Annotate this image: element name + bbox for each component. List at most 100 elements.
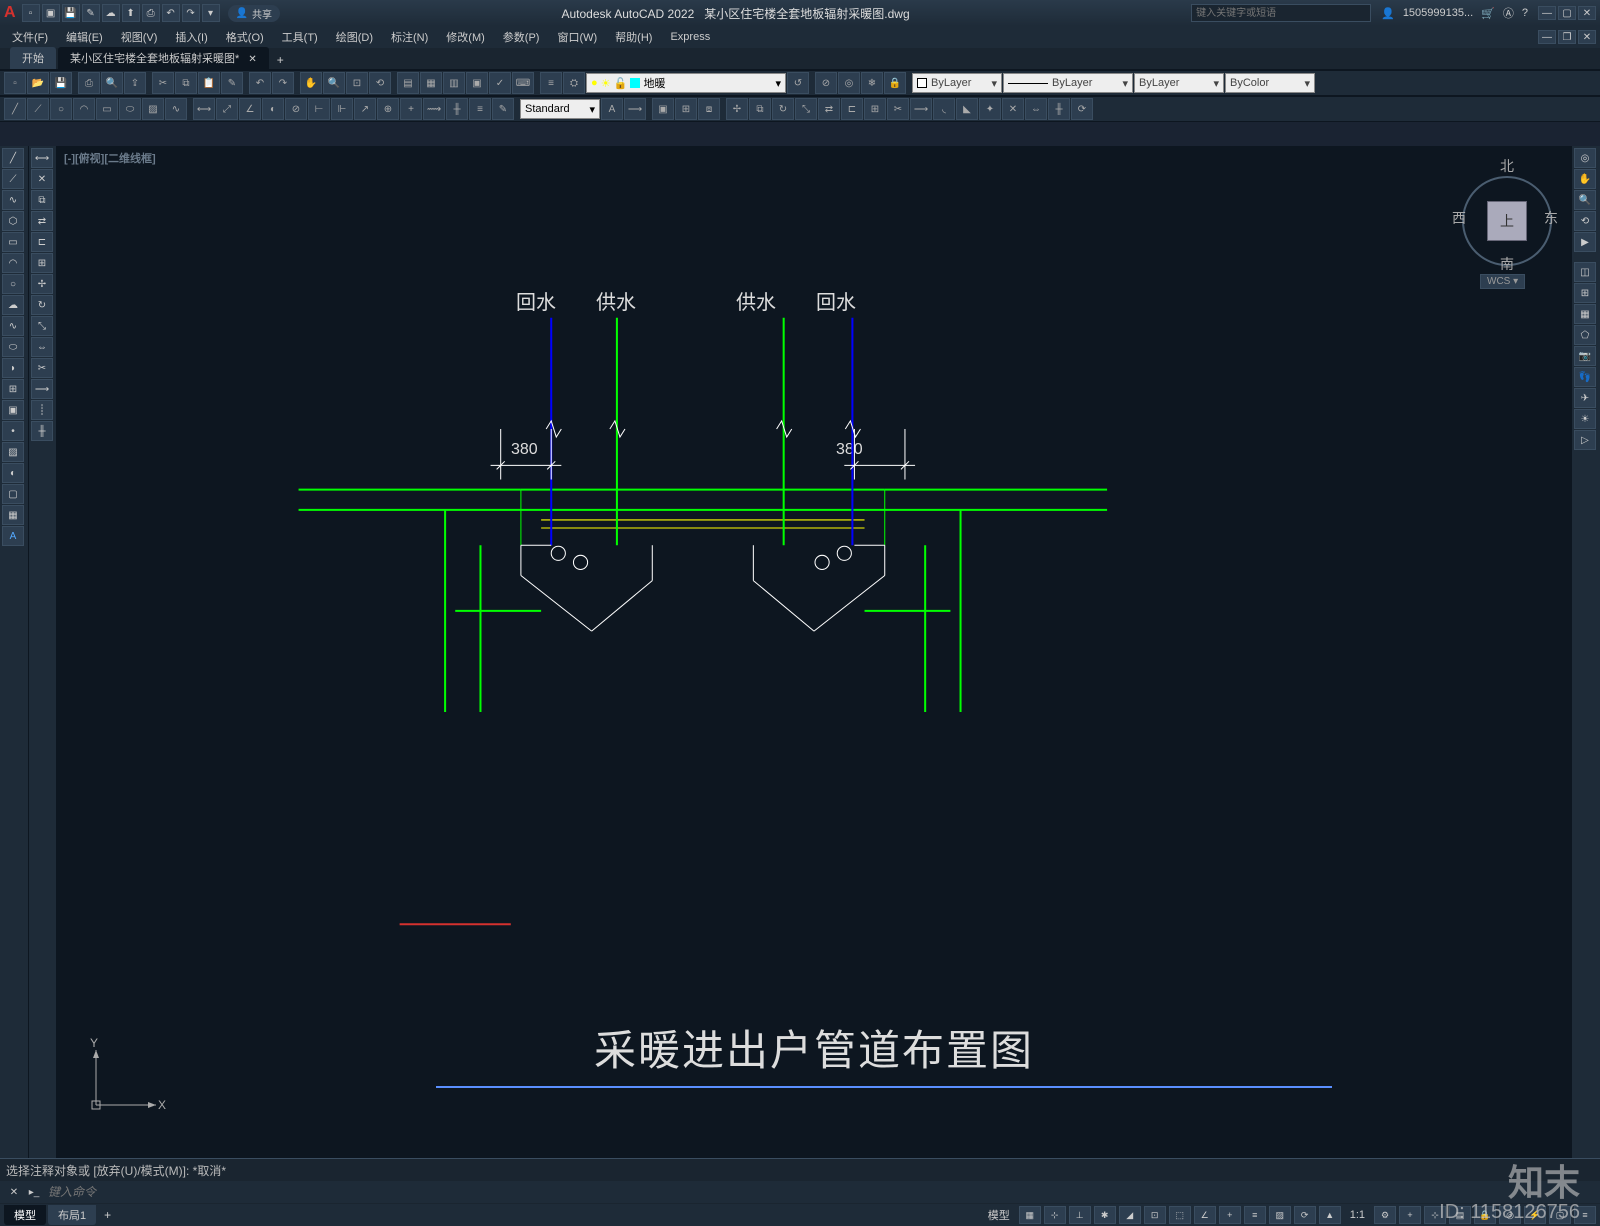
polygon-icon[interactable]: ⬡ [2, 211, 24, 231]
plot-icon[interactable]: ⎙ [78, 72, 100, 94]
block-icon[interactable]: ▣ [652, 98, 674, 120]
visual-style-icon[interactable]: ◫ [1574, 262, 1596, 282]
make-block-icon[interactable]: ▣ [2, 400, 24, 420]
move-icon[interactable]: ✢ [726, 98, 748, 120]
erase-icon[interactable]: ✕ [31, 169, 53, 189]
nav-showmotion-icon[interactable]: ▶ [1574, 232, 1596, 252]
selection-cycling-icon[interactable]: ⟳ [1294, 1206, 1316, 1224]
properties-icon[interactable]: ▤ [397, 72, 419, 94]
drawing-canvas[interactable]: [-][俯视][二维线框] 上 北 南 东 西 WCS ▾ 回水 供水 供水 回… [56, 146, 1572, 1158]
leader-icon[interactable]: ↗ [354, 98, 376, 120]
lineweight-dropdown[interactable]: ByLayer ▾ [1003, 73, 1133, 93]
scale-icon[interactable]: ⤡ [795, 98, 817, 120]
ellipse-arc-icon[interactable]: ◗ [2, 358, 24, 378]
layer-freeze-icon[interactable]: ❄ [861, 72, 883, 94]
pan-icon[interactable]: ✋ [300, 72, 322, 94]
tool-palettes-icon[interactable]: ▥ [443, 72, 465, 94]
menu-tools[interactable]: 工具(T) [274, 27, 326, 47]
trim-icon[interactable]: ✂ [31, 358, 53, 378]
pline-icon[interactable]: ⟋ [27, 98, 49, 120]
animation-icon[interactable]: ▷ [1574, 430, 1596, 450]
user-icon[interactable]: 👤 [1381, 7, 1395, 20]
circle-icon[interactable]: ○ [50, 98, 72, 120]
qnew-icon[interactable]: ▫ [4, 72, 26, 94]
mirror-icon[interactable]: ⇄ [818, 98, 840, 120]
zoom-window-icon[interactable]: ⊡ [346, 72, 368, 94]
mtext-icon[interactable]: A [601, 98, 623, 120]
mirror-icon[interactable]: ⇄ [31, 211, 53, 231]
nav-zoom-icon[interactable]: 🔍 [1574, 190, 1596, 210]
dimradius-icon[interactable]: ◐ [262, 98, 284, 120]
stretch-icon[interactable]: ⇔ [1025, 98, 1047, 120]
render-icon[interactable]: ☀ [1574, 409, 1596, 429]
menu-express[interactable]: Express [662, 29, 718, 45]
color-dropdown[interactable]: ByLayer ▾ [912, 73, 1002, 93]
annotation-scale-value[interactable]: 1:1 [1344, 1209, 1371, 1221]
fillet-icon[interactable]: ◟ [933, 98, 955, 120]
plot-icon[interactable]: ⎙ [142, 4, 160, 22]
menu-insert[interactable]: 插入(I) [167, 27, 215, 47]
layer-lock-icon[interactable]: 🔒 [884, 72, 906, 94]
explode-icon[interactable]: ✦ [979, 98, 1001, 120]
web-open-icon[interactable]: ☁ [102, 4, 120, 22]
break-at-point-icon[interactable]: ┊ [31, 400, 53, 420]
3d-views-icon[interactable]: ⬠ [1574, 325, 1596, 345]
xref-icon[interactable]: ⧈ [698, 98, 720, 120]
table-icon[interactable]: ▦ [2, 505, 24, 525]
dimdiameter-icon[interactable]: ⊘ [285, 98, 307, 120]
tab-current-file[interactable]: 某小区住宅楼全套地板辐射采暖图* ✕ [58, 47, 269, 69]
array-icon[interactable]: ⊞ [864, 98, 886, 120]
layers-icon[interactable]: ≡ [540, 72, 562, 94]
rectangle-icon[interactable]: ▭ [2, 232, 24, 252]
pline-icon[interactable]: ∿ [2, 190, 24, 210]
rotate-icon[interactable]: ↻ [31, 295, 53, 315]
layer-dropdown[interactable]: ● ☀ 🔓 地暖 ▾ [586, 73, 786, 93]
zoom-prev-icon[interactable]: ⟲ [369, 72, 391, 94]
qat-dropdown-icon[interactable]: ▾ [202, 4, 220, 22]
dimjogged-icon[interactable]: ⟿ [423, 98, 445, 120]
doc-close-icon[interactable]: ✕ [1578, 30, 1596, 44]
hatch-icon[interactable]: ▨ [142, 98, 164, 120]
mtext-icon[interactable]: A [2, 526, 24, 546]
dimedit-icon[interactable]: ✎ [492, 98, 514, 120]
walk-icon[interactable]: 👣 [1574, 367, 1596, 387]
layout-tab-layout1[interactable]: 布局1 [48, 1205, 96, 1225]
doc-restore-icon[interactable]: ❐ [1558, 30, 1576, 44]
autodesk-app-icon[interactable]: Ⓐ [1503, 5, 1514, 21]
tab-add-icon[interactable]: + [271, 51, 290, 69]
nav-pan-icon[interactable]: ✋ [1574, 169, 1596, 189]
chamfer-icon[interactable]: ◣ [956, 98, 978, 120]
command-input[interactable] [44, 1185, 1596, 1199]
gradient-icon[interactable]: ◐ [2, 463, 24, 483]
layer-iso-icon[interactable]: ◎ [838, 72, 860, 94]
menu-edit[interactable]: 编辑(E) [58, 27, 111, 47]
erase-icon[interactable]: ✕ [1002, 98, 1024, 120]
nav-wheel-icon[interactable]: ◎ [1574, 148, 1596, 168]
mleader-style-icon[interactable]: ⟶ [624, 98, 646, 120]
point-icon[interactable]: • [2, 421, 24, 441]
cart-icon[interactable]: 🛒 [1481, 7, 1495, 20]
rotate-icon[interactable]: ↻ [772, 98, 794, 120]
publish-icon[interactable]: ⇪ [124, 72, 146, 94]
array-icon[interactable]: ⊞ [31, 253, 53, 273]
zoom-icon[interactable]: 🔍 [323, 72, 345, 94]
markup-icon[interactable]: ✓ [489, 72, 511, 94]
menu-parametric[interactable]: 参数(P) [495, 27, 548, 47]
design-center-icon[interactable]: ▦ [420, 72, 442, 94]
layout-tab-model[interactable]: 模型 [4, 1205, 46, 1225]
spline-icon[interactable]: ∿ [165, 98, 187, 120]
dimcontinue-icon[interactable]: ⊢ [308, 98, 330, 120]
hatch-icon[interactable]: ▨ [2, 442, 24, 462]
menu-view[interactable]: 视图(V) [113, 27, 166, 47]
ellipse-icon[interactable]: ⬭ [119, 98, 141, 120]
extend-icon[interactable]: ⟶ [910, 98, 932, 120]
otrack-icon[interactable]: ∠ [1194, 1206, 1216, 1224]
break-icon[interactable]: ╫ [31, 421, 53, 441]
offset-icon[interactable]: ⊏ [31, 232, 53, 252]
arc-icon[interactable]: ◠ [2, 253, 24, 273]
distance-icon[interactable]: ⟷ [31, 148, 53, 168]
trim-icon[interactable]: ✂ [887, 98, 909, 120]
tab-start[interactable]: 开始 [10, 47, 56, 69]
annotation-scale-icon[interactable]: ▲ [1319, 1206, 1341, 1224]
tolerance-icon[interactable]: ⊕ [377, 98, 399, 120]
